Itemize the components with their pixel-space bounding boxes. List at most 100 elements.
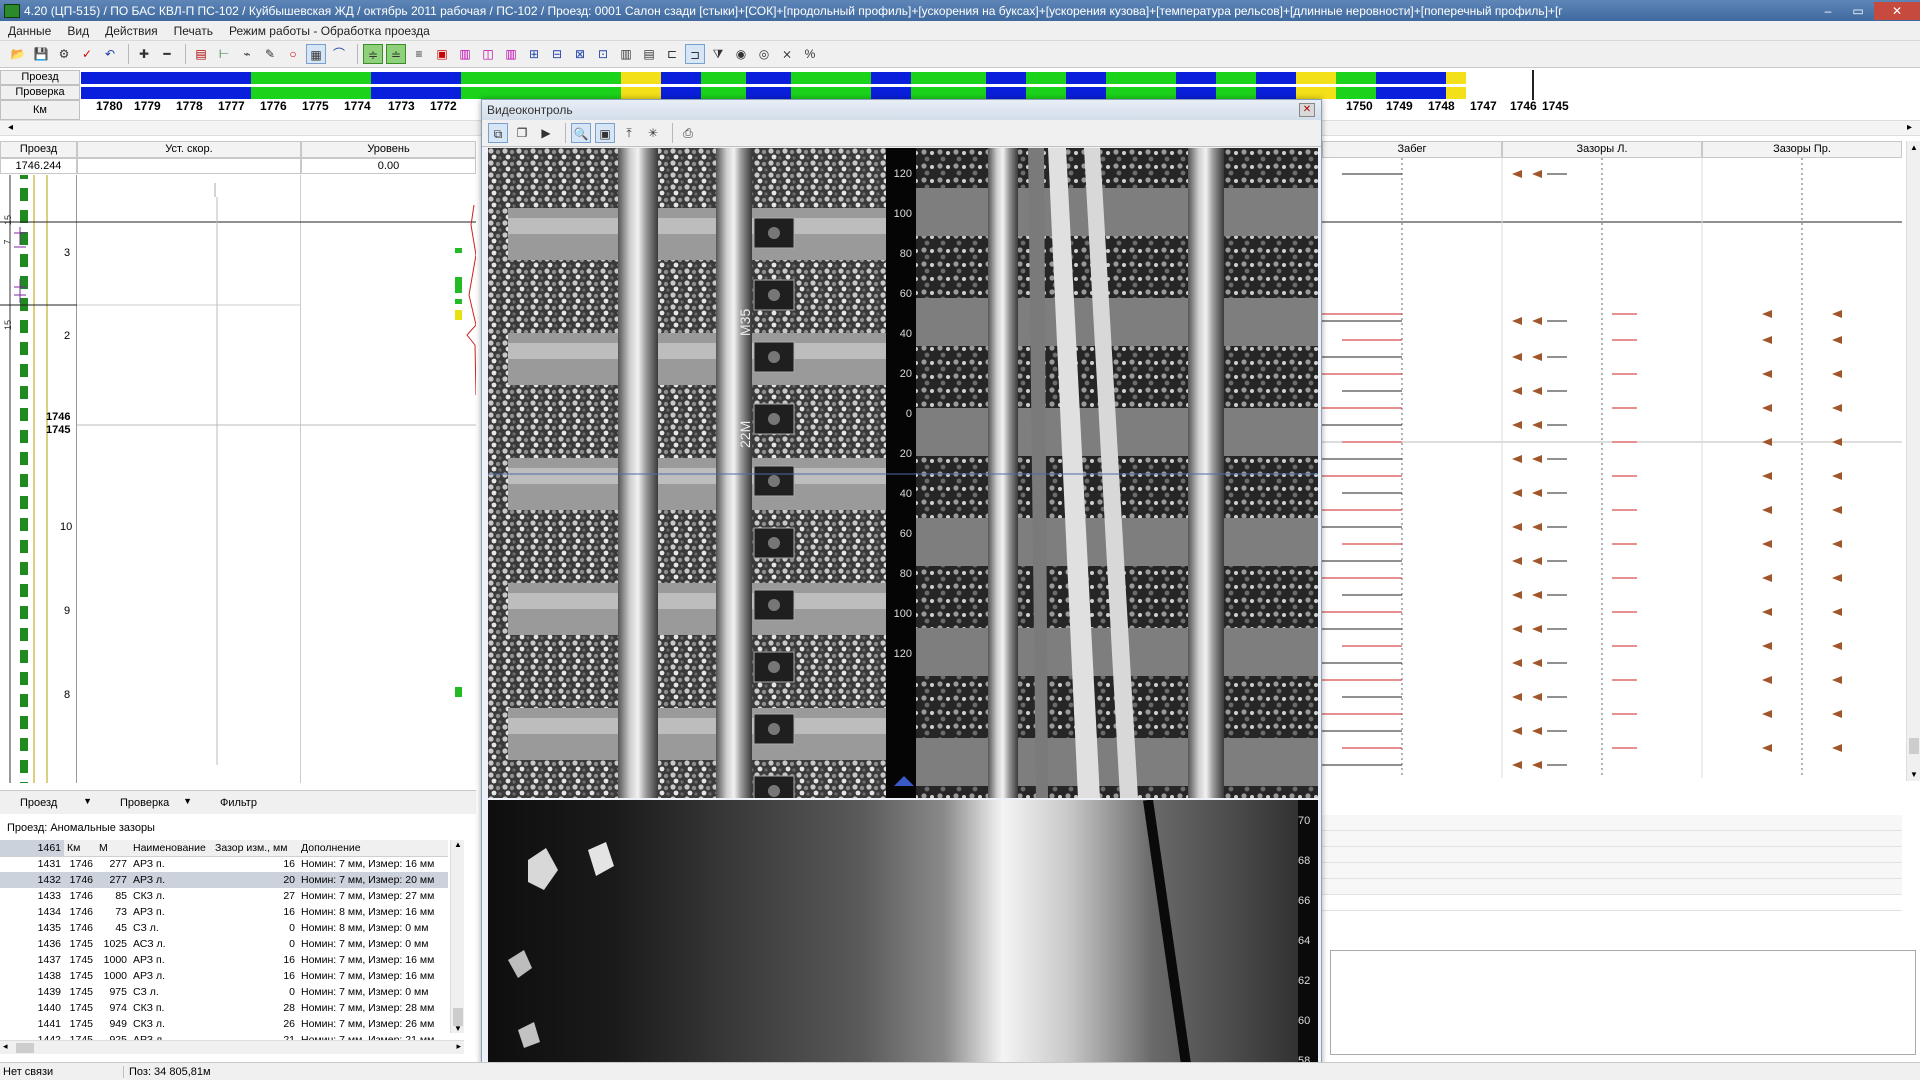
rail-video-upper[interactable]: М35 22М 120 100 80 60 40 20 0 20 40 60 80 100 120 xyxy=(488,148,1318,798)
rail-video-lower[interactable]: 70 68 66 64 62 60 58 xyxy=(488,800,1318,1078)
signal-icon[interactable]: ⌁ xyxy=(237,44,257,64)
scroll-left-icon[interactable]: ◂ xyxy=(8,122,13,133)
list-item[interactable] xyxy=(1322,847,1902,863)
table-hscroll[interactable]: ◂ ▸ xyxy=(0,1040,464,1054)
split-icon[interactable]: ◫ xyxy=(478,44,498,64)
right-vscroll[interactable]: ▲ ▼ xyxy=(1906,141,1920,781)
frame-icon[interactable]: ▣ xyxy=(595,123,615,143)
bars2-icon[interactable]: ▤ xyxy=(639,44,659,64)
level-pane[interactable] xyxy=(301,175,477,783)
table-row[interactable]: 1440 1745 974 СКЗ п. 28 Номин: 7 мм, Измер: 2… xyxy=(0,1000,448,1016)
align-icon[interactable]: ≡ xyxy=(409,44,429,64)
check-icon[interactable]: ✓ xyxy=(77,44,97,64)
col-index[interactable]: 1461 xyxy=(0,840,64,857)
list-item[interactable] xyxy=(1322,895,1902,911)
table-row[interactable]: 1432 1746 277 АРЗ л. 20 Номин: 7 мм, Измер: 2… xyxy=(0,872,448,888)
gear-icon[interactable]: ⚙ xyxy=(54,44,74,64)
cross-icon[interactable]: ⨯ xyxy=(777,44,797,64)
section-icon[interactable]: ▥ xyxy=(455,44,475,64)
col-gap[interactable]: Зазор изм., мм xyxy=(212,840,298,857)
table-vscroll[interactable]: ▲ ▼ xyxy=(450,840,464,1033)
columns-icon[interactable]: ▥ xyxy=(501,44,521,64)
speed-pane[interactable] xyxy=(77,175,301,783)
chart-a-icon[interactable]: ⊞ xyxy=(524,44,544,64)
percent-icon[interactable]: % xyxy=(800,44,820,64)
scroll-thumb[interactable] xyxy=(1909,738,1919,754)
menu-print[interactable]: Печать xyxy=(166,24,221,38)
maximize-button[interactable]: ▭ xyxy=(1844,2,1872,20)
table-row[interactable]: 1436 1745 1025 АСЗ л. 0 Номин: 7 мм, Измер: 0… xyxy=(0,936,448,952)
scroll-right-icon[interactable]: ▸ xyxy=(1907,122,1912,133)
curve-icon[interactable]: ⌒ xyxy=(329,44,349,64)
zoom-out-track-icon[interactable]: ≐ xyxy=(386,44,406,64)
table-row[interactable]: 1437 1745 1000 АРЗ п. 16 Номин: 7 мм, Измер: … xyxy=(0,952,448,968)
list-item[interactable] xyxy=(1322,815,1902,831)
plus-icon[interactable]: ✚ xyxy=(134,44,154,64)
split-icon[interactable]: ✳ xyxy=(643,123,663,143)
list-item[interactable] xyxy=(1322,863,1902,879)
table-row[interactable]: 1433 1746 85 СКЗ л. 27 Номин: 7 мм, Измер: 27… xyxy=(0,888,448,904)
play-icon[interactable]: ▶ xyxy=(536,123,556,143)
menu-actions[interactable]: Действия xyxy=(97,24,166,38)
chevron-down-icon[interactable]: ▼ xyxy=(83,796,92,806)
circle-icon[interactable]: ○ xyxy=(283,44,303,64)
minus-icon[interactable]: ━ xyxy=(157,44,177,64)
zoom-in-track-icon[interactable]: ≑ xyxy=(363,44,383,64)
right-graphs[interactable]: Забег Зазоры Л. Зазоры Пр. ▲ ▼ xyxy=(1322,141,1920,781)
table-row[interactable]: 1435 1746 45 СЗ л. 0 Номин: 8 мм, Измер: 0 мм xyxy=(0,920,448,936)
stack-icon[interactable]: ▤ xyxy=(191,44,211,64)
table-row[interactable]: 1442 1745 925 АРЗ л. 21 Номин: 7 мм, Измер: 2… xyxy=(0,1032,448,1040)
filter-icon[interactable]: ⧩ xyxy=(708,44,728,64)
chart-d-icon[interactable]: ⊡ xyxy=(593,44,613,64)
menu-data[interactable]: Данные xyxy=(0,24,59,38)
scroll-left-icon[interactable]: ◂ xyxy=(3,1041,8,1052)
open-icon[interactable]: 📂 xyxy=(8,44,28,64)
menu-view[interactable]: Вид xyxy=(59,24,97,38)
tab-run[interactable]: Проезд ▼ xyxy=(0,796,100,809)
scroll-thumb[interactable] xyxy=(16,1043,34,1053)
col-km[interactable]: Км xyxy=(64,840,96,857)
bars-icon[interactable]: ▥ xyxy=(616,44,636,64)
video-control-window[interactable]: Видеоконтроль ✕ ⧉ ❐ ▶ 🔍 ▣ ⤒ ✳ ⎙ М35 22М … xyxy=(481,99,1322,1080)
windows-icon[interactable]: ❐ xyxy=(512,123,532,143)
fit-icon[interactable]: ⤒ xyxy=(619,123,639,143)
list-item[interactable] xyxy=(1322,831,1902,847)
col-name[interactable]: Наименование xyxy=(130,840,212,857)
indent-icon[interactable]: ⊏ xyxy=(662,44,682,64)
anomaly-table[interactable]: 1461 Км М Наименование Зазор изм., мм До… xyxy=(0,840,450,1040)
right-info-box[interactable] xyxy=(1330,950,1916,1055)
tree-icon[interactable]: ⊢ xyxy=(214,44,234,64)
minimize-button[interactable]: – xyxy=(1814,2,1842,20)
scroll-right-icon[interactable]: ▸ xyxy=(456,1041,461,1052)
track-ruler[interactable]: 15 7 15 3 2 1746 1745 10 9 8 xyxy=(0,175,77,783)
menu-work-mode[interactable]: Режим работы - Обработка проезда xyxy=(221,24,438,38)
chevron-down-icon[interactable]: ▼ xyxy=(183,796,192,806)
save-icon[interactable]: 💾 xyxy=(31,44,51,64)
check-strip-bar[interactable] xyxy=(81,87,1466,99)
scroll-up-icon[interactable]: ▲ xyxy=(454,840,462,849)
scroll-down-icon[interactable]: ▼ xyxy=(454,1024,462,1033)
list-item[interactable] xyxy=(1322,879,1902,895)
print-icon[interactable]: ⎙ xyxy=(678,123,698,143)
mark-icon[interactable]: ▣ xyxy=(432,44,452,64)
table-row[interactable]: 1438 1745 1000 АРЗ л. 16 Номин: 7 мм, Измер: … xyxy=(0,968,448,984)
chart-b-icon[interactable]: ⊟ xyxy=(547,44,567,64)
close-button[interactable]: ✕ xyxy=(1874,1,1920,20)
target-icon[interactable]: ◎ xyxy=(754,44,774,64)
globe-icon[interactable]: ◉ xyxy=(731,44,751,64)
table-row[interactable]: 1434 1746 73 АРЗ п. 16 Номин: 8 мм, Измер: 16… xyxy=(0,904,448,920)
scroll-down-icon[interactable]: ▼ xyxy=(1910,770,1918,779)
copy-icon[interactable]: ⧉ xyxy=(488,123,508,143)
wrench-icon[interactable]: ✎ xyxy=(260,44,280,64)
chart-c-icon[interactable]: ⊠ xyxy=(570,44,590,64)
col-m[interactable]: М xyxy=(96,840,130,857)
table-row[interactable]: 1431 1746 277 АРЗ п. 16 Номин: 7 мм, Измер: 1… xyxy=(0,856,448,872)
layout-icon[interactable]: ⊐ xyxy=(685,44,705,64)
grid-icon[interactable]: ▦ xyxy=(306,44,326,64)
tab-check[interactable]: Проверка ▼ xyxy=(100,796,200,809)
video-close-button[interactable]: ✕ xyxy=(1299,103,1315,117)
tab-filter[interactable]: Фильтр xyxy=(200,797,300,809)
table-row[interactable]: 1439 1745 975 СЗ л. 0 Номин: 7 мм, Измер: 0 м… xyxy=(0,984,448,1000)
run-strip-bar[interactable] xyxy=(81,72,1466,84)
scroll-up-icon[interactable]: ▲ xyxy=(1910,143,1918,152)
